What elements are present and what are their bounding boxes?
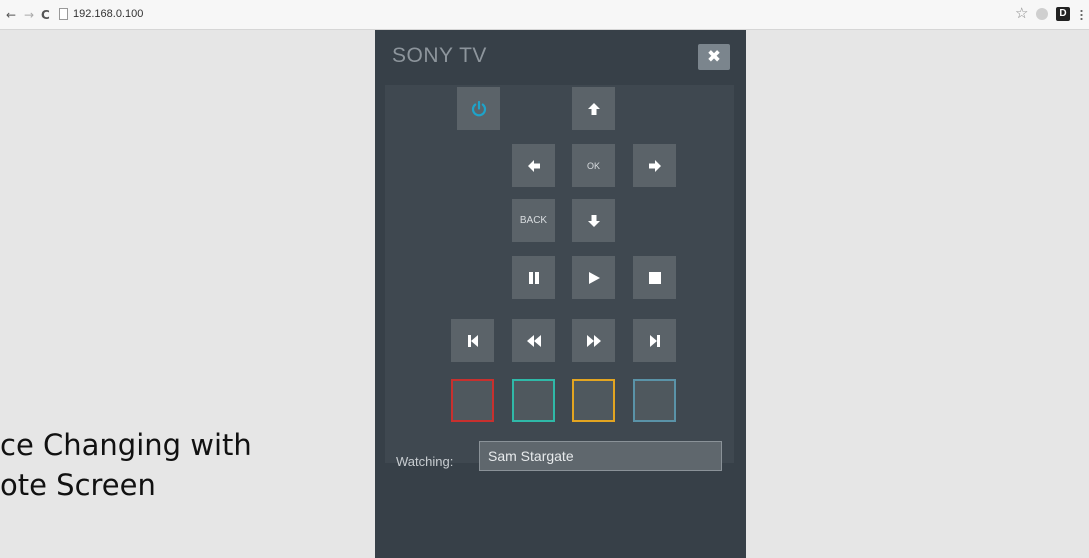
skip-next-icon — [649, 334, 660, 347]
pause-button[interactable] — [512, 256, 555, 299]
power-icon — [471, 100, 486, 116]
ok-button[interactable]: OK — [572, 144, 615, 187]
stop-icon — [648, 271, 661, 284]
arrow-up-icon — [587, 102, 600, 115]
caption-line-2: ote Screen — [0, 468, 156, 502]
reload-icon[interactable]: C — [41, 9, 50, 21]
extension-d-icon[interactable]: D — [1056, 7, 1070, 21]
rewind-icon — [526, 334, 541, 347]
extension-icon[interactable] — [1036, 8, 1048, 20]
rewind-button[interactable] — [512, 319, 555, 362]
back-arrow-icon[interactable]: ← — [6, 9, 16, 21]
arrow-left-icon — [527, 159, 540, 172]
play-button[interactable] — [572, 256, 615, 299]
red-color-button[interactable] — [451, 379, 494, 422]
skip-next-button[interactable] — [633, 319, 676, 362]
green-color-button[interactable] — [512, 379, 555, 422]
address-bar-url[interactable]: 192.168.0.100 — [73, 8, 143, 21]
browser-toolbar: ← → C 192.168.0.100 ☆ D — [0, 0, 1089, 30]
ok-label: OK — [586, 160, 600, 171]
back-label: BACK — [519, 215, 548, 226]
up-button[interactable] — [572, 87, 615, 130]
page-icon — [59, 8, 68, 20]
watching-label: Watching: — [396, 454, 454, 469]
remote-panel: SONY TV ✖ OK BACK Watching: Sam Stargate — [375, 30, 746, 558]
arrow-down-icon — [587, 214, 600, 227]
yellow-color-button[interactable] — [572, 379, 615, 422]
close-button[interactable]: ✖ — [698, 44, 730, 70]
star-icon[interactable]: ☆ — [1015, 6, 1028, 21]
blue-color-button[interactable] — [633, 379, 676, 422]
down-button[interactable] — [572, 199, 615, 242]
skip-previous-icon — [467, 334, 478, 347]
caption-line-1: ce Changing with — [0, 428, 252, 462]
remote-title: SONY TV — [392, 44, 487, 67]
slide-caption: ce Changing with ote Screen — [0, 425, 252, 505]
power-button[interactable] — [457, 87, 500, 130]
stop-button[interactable] — [633, 256, 676, 299]
watching-field[interactable] — [479, 441, 722, 471]
skip-previous-button[interactable] — [451, 319, 494, 362]
fast-forward-button[interactable] — [572, 319, 615, 362]
play-icon — [588, 271, 600, 284]
back-button[interactable]: BACK — [512, 199, 555, 242]
remote-buttons-area: OK BACK — [385, 85, 734, 463]
forward-arrow-icon[interactable]: → — [24, 9, 34, 21]
close-icon: ✖ — [706, 47, 722, 67]
pause-icon — [528, 271, 539, 284]
right-button[interactable] — [633, 144, 676, 187]
left-button[interactable] — [512, 144, 555, 187]
fast-forward-icon — [586, 334, 601, 347]
arrow-right-icon — [648, 159, 661, 172]
menu-icon[interactable] — [1080, 9, 1083, 20]
